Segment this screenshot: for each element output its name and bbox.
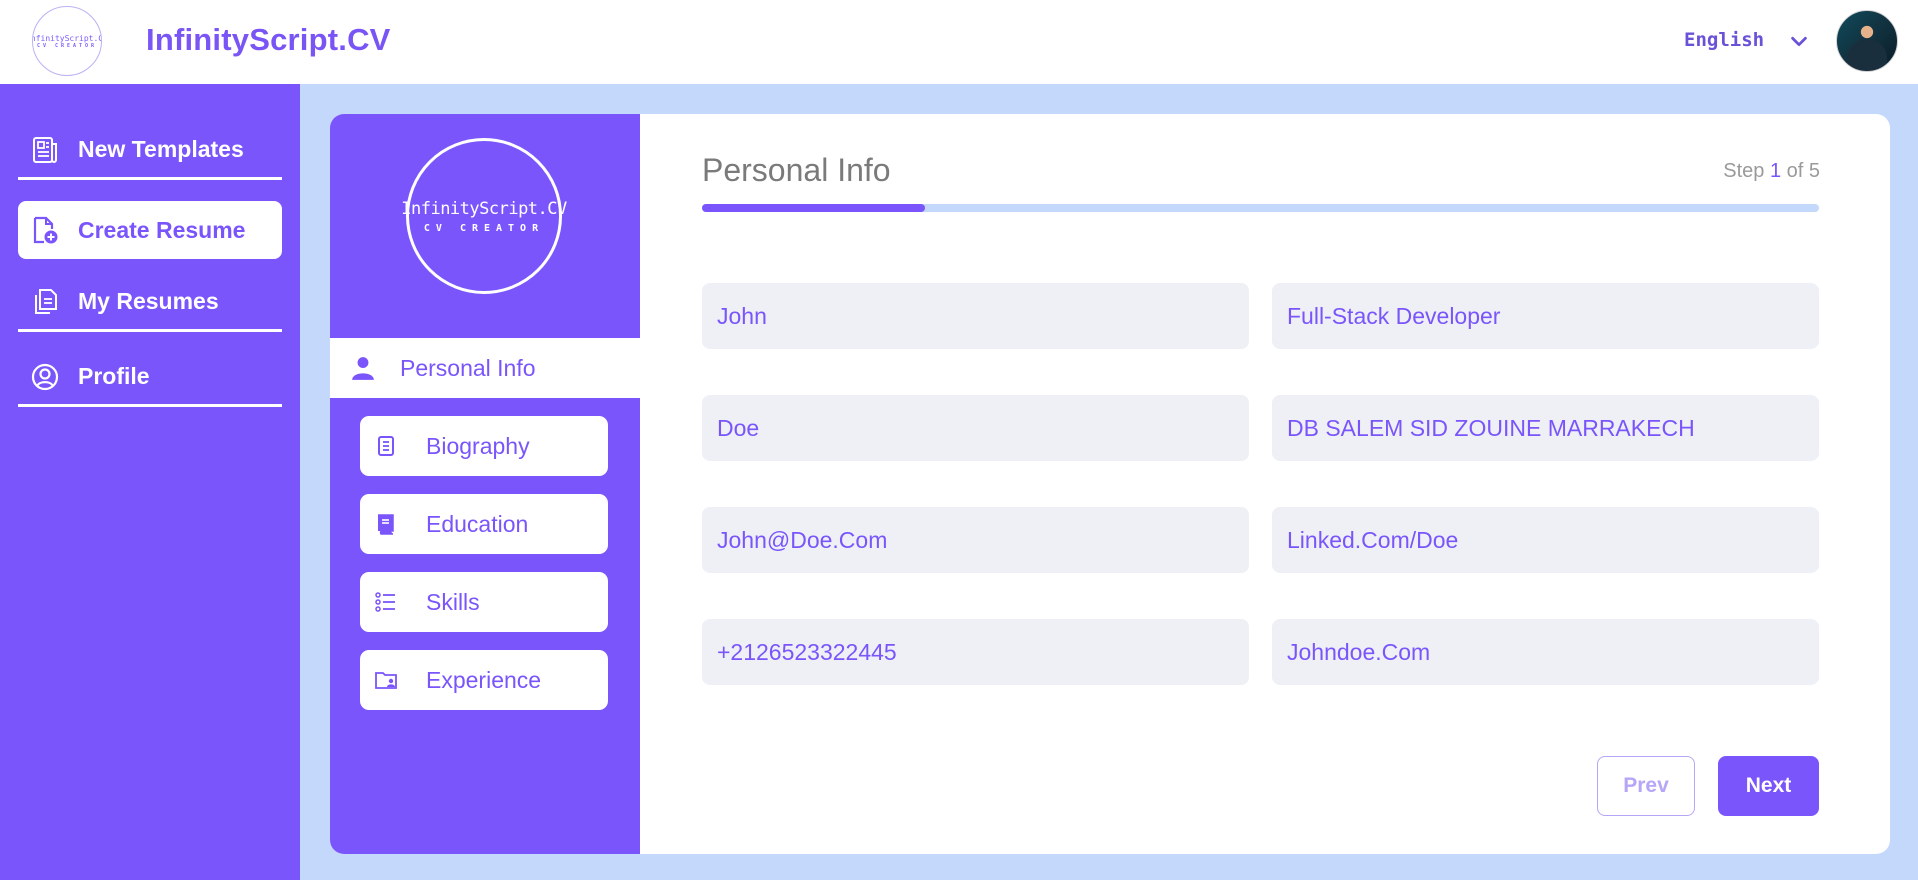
step-personal-info[interactable]: Personal Info <box>330 338 640 398</box>
sidebar-item-profile[interactable]: Profile <box>18 349 282 407</box>
phone-field[interactable] <box>702 619 1249 685</box>
sidebar-item-new-templates[interactable]: New Templates <box>18 122 282 180</box>
step-label: Personal Info <box>400 354 536 381</box>
first-name-field[interactable] <box>702 283 1249 349</box>
newspaper-icon <box>33 136 57 163</box>
chevron-down-icon[interactable] <box>1788 30 1810 52</box>
email-field[interactable] <box>702 507 1249 573</box>
resume-card: InfinityScript.CV CV CREATOR Personal In… <box>330 114 1890 854</box>
step-experience[interactable]: Experience <box>360 650 608 710</box>
logo-subtext: CV CREATOR <box>36 42 98 49</box>
sidebar-item-label: New Templates <box>78 136 244 162</box>
step-label: Education <box>426 510 529 537</box>
step-label: Experience <box>426 666 542 693</box>
logo-text: InfinityScript.CV <box>33 33 101 43</box>
step-indicator: Step 1 of 5 <box>1720 160 1820 183</box>
brand-title[interactable]: InfinityScript.CV <box>146 22 391 58</box>
address-field[interactable] <box>1272 395 1819 461</box>
sidebar-item-label: My Resumes <box>78 288 219 314</box>
progress-bar <box>702 204 1819 212</box>
prev-button[interactable]: Prev <box>1597 756 1695 816</box>
logo-subtext: CV CREATOR <box>423 222 545 234</box>
step-total: of 5 <box>1786 160 1820 182</box>
step-label: Biography <box>426 432 530 459</box>
sidebar: New Templates Create Resume My Resumes P… <box>0 84 300 880</box>
document-icon <box>378 436 394 456</box>
sidebar-item-label: Create Resume <box>78 216 246 243</box>
job-title-field[interactable] <box>1272 283 1819 349</box>
folder-user-icon <box>375 672 397 689</box>
step-skills[interactable]: Skills <box>360 572 608 632</box>
logo-text: InfinityScript.CV <box>401 198 567 219</box>
list-icon <box>375 592 395 612</box>
linkedin-field[interactable] <box>1272 507 1819 573</box>
panel-logo: InfinityScript.CV CV CREATOR <box>401 138 567 294</box>
step-prefix: Step <box>1723 160 1765 182</box>
avatar[interactable] <box>1836 10 1898 72</box>
user-icon <box>352 357 374 380</box>
sidebar-item-my-resumes[interactable]: My Resumes <box>18 274 282 332</box>
sidebar-item-label: Profile <box>78 363 150 389</box>
top-header: InfinityScript.CV CV CREATOR InfinityScr… <box>0 0 1918 84</box>
step-education[interactable]: Education <box>360 494 608 554</box>
book-icon <box>378 514 394 535</box>
last-name-field[interactable] <box>702 395 1249 461</box>
copy-icon <box>35 288 57 314</box>
sidebar-item-create-resume[interactable]: Create Resume <box>18 201 282 259</box>
progress-fill <box>702 204 926 212</box>
file-plus-icon <box>33 216 58 244</box>
next-button[interactable]: Next <box>1718 756 1819 816</box>
website-field[interactable] <box>1272 619 1819 685</box>
steps-panel: InfinityScript.CV CV CREATOR Personal In… <box>330 114 640 854</box>
step-current: 1 <box>1769 160 1782 182</box>
form-title: Personal Info <box>702 152 891 188</box>
step-biography[interactable]: Biography <box>360 416 608 476</box>
step-label: Skills <box>426 588 480 615</box>
user-circle-icon <box>31 363 59 390</box>
language-selector[interactable]: English <box>1684 29 1764 51</box>
app-logo[interactable]: InfinityScript.CV CV CREATOR <box>32 6 102 76</box>
